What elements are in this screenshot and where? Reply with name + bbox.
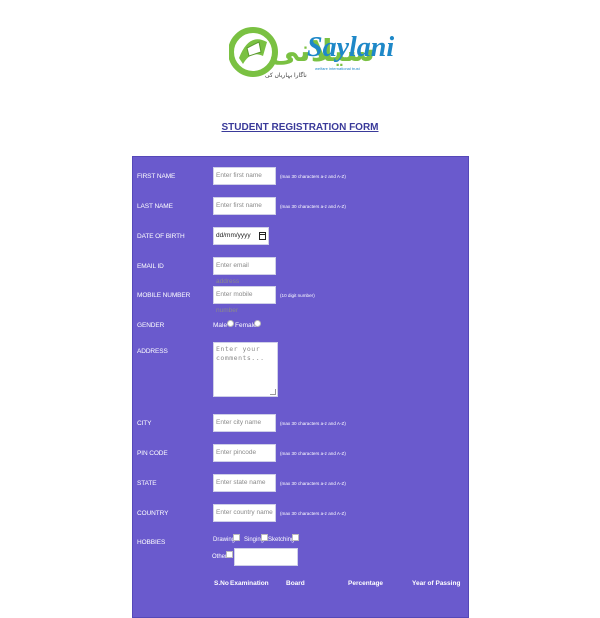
last-name-row: LAST NAME Enter first name (max 30 chara… bbox=[133, 197, 468, 219]
hobby-other-label: Other bbox=[212, 554, 228, 560]
city-input[interactable]: Enter city name bbox=[213, 414, 276, 432]
country-label: COUNTRY bbox=[137, 510, 169, 517]
logo-brand-text: Saylani bbox=[307, 32, 395, 63]
gender-male-radio[interactable] bbox=[227, 320, 234, 327]
first-name-label: FIRST NAME bbox=[137, 173, 176, 180]
first-name-row: FIRST NAME Enter first name (max 30 char… bbox=[133, 167, 468, 189]
pin-row: PIN CODE Enter pincode (max 30 character… bbox=[133, 444, 468, 466]
pin-input[interactable]: Enter pincode bbox=[213, 444, 276, 462]
calendar-icon[interactable] bbox=[259, 232, 266, 240]
hobbies-label: HOBBIES bbox=[137, 539, 166, 546]
hobby-sketching-checkbox[interactable] bbox=[292, 534, 299, 541]
last-name-label: LAST NAME bbox=[137, 203, 173, 210]
dob-value: dd/mm/yyyy bbox=[216, 232, 251, 239]
first-name-note: (max 30 characters a-z and A-Z) bbox=[280, 174, 346, 179]
gender-label: GENDER bbox=[137, 322, 165, 329]
hobby-other-checkbox[interactable] bbox=[226, 551, 233, 558]
table-header-examination: Examination bbox=[230, 580, 269, 587]
gender-male-label: Male bbox=[213, 322, 228, 329]
hobby-sketching-label: Sketching bbox=[268, 537, 295, 543]
state-input[interactable]: Enter state name bbox=[213, 474, 276, 492]
form-title: STUDENT REGISTRATION FORM bbox=[221, 122, 379, 133]
city-row: CITY Enter city name (max 30 characters … bbox=[133, 414, 468, 436]
state-label: STATE bbox=[137, 480, 157, 487]
gender-female-radio[interactable] bbox=[254, 320, 261, 327]
table-header-board: Board bbox=[286, 580, 305, 587]
pin-label: PIN CODE bbox=[137, 450, 168, 457]
hobby-drawing-checkbox[interactable] bbox=[233, 534, 240, 541]
registration-form: FIRST NAME Enter first name (max 30 char… bbox=[132, 156, 469, 618]
logo-sub-text: welfare international trust bbox=[315, 66, 360, 71]
mobile-input[interactable]: Enter mobile number bbox=[213, 286, 276, 314]
address-label: ADDRESS bbox=[137, 348, 168, 355]
dob-input[interactable]: dd/mm/yyyy bbox=[213, 227, 269, 245]
table-header-percentage: Percentage bbox=[348, 580, 384, 587]
dob-label: DATE OF BIRTH bbox=[137, 233, 185, 240]
resize-grip-icon[interactable] bbox=[270, 389, 276, 395]
city-label: CITY bbox=[137, 420, 152, 427]
mobile-row: MOBILE NUMBER Enter mobile number (10 di… bbox=[133, 286, 468, 314]
address-placeholder: Enter your comments... bbox=[216, 345, 265, 362]
gender-row: GENDER Male Female bbox=[133, 316, 468, 338]
address-textarea[interactable]: Enter your comments... bbox=[213, 342, 278, 397]
saylani-logo: سیلانی Saylani welfare international tru… bbox=[229, 12, 394, 92]
email-label: EMAIL ID bbox=[137, 263, 164, 270]
last-name-input[interactable]: Enter first name bbox=[213, 197, 276, 215]
last-name-note: (max 30 characters a-z and A-Z) bbox=[280, 204, 346, 209]
hobby-other-input[interactable] bbox=[234, 548, 298, 566]
dob-row: DATE OF BIRTH dd/mm/yyyy bbox=[133, 227, 468, 249]
first-name-input[interactable]: Enter first name bbox=[213, 167, 276, 185]
country-row: COUNTRY Enter country name (max 30 chara… bbox=[133, 504, 468, 526]
state-note: (max 30 characters a-z and A-Z) bbox=[280, 481, 346, 486]
hobby-singing-checkbox[interactable] bbox=[261, 534, 268, 541]
table-header-sno: S.No bbox=[214, 580, 229, 587]
city-note: (max 30 characters a-z and A-Z) bbox=[280, 421, 346, 426]
email-input[interactable]: Enter email address bbox=[213, 257, 276, 285]
country-note: (max 30 characters a-z and A-Z) bbox=[280, 511, 346, 516]
mobile-note: (10 digit number) bbox=[280, 293, 315, 298]
address-row: ADDRESS Enter your comments... bbox=[133, 342, 468, 398]
mobile-label: MOBILE NUMBER bbox=[137, 292, 191, 299]
hobby-drawing-label: Drawing bbox=[213, 537, 236, 543]
pin-note: (max 30 characters a-z and A-Z) bbox=[280, 451, 346, 456]
email-row: EMAIL ID Enter email address bbox=[133, 257, 468, 285]
table-header-year: Year of Passing bbox=[412, 580, 461, 587]
country-input[interactable]: Enter country name bbox=[213, 504, 276, 522]
logo-tagline: ناگارا بہاریاں کی bbox=[265, 73, 307, 79]
state-row: STATE Enter state name (max 30 character… bbox=[133, 474, 468, 496]
